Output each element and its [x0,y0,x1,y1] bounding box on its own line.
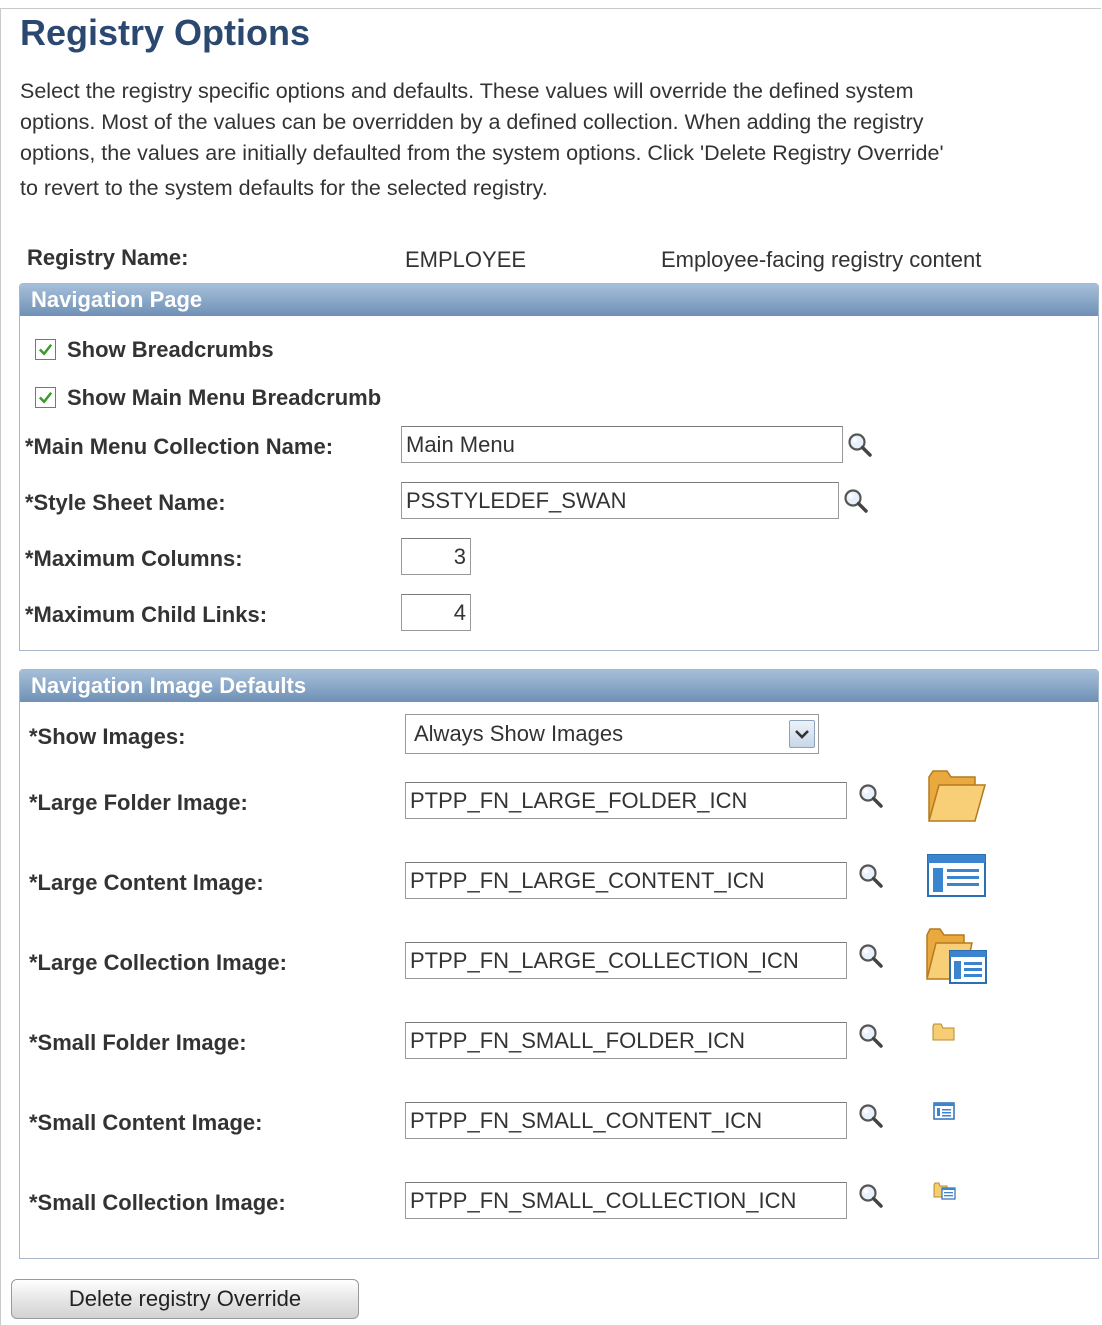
registry-name-value: EMPLOYEE [405,247,527,272]
small-collection-label: *Small Collection Image: [29,1190,286,1215]
small-folder-label: *Small Folder Image: [29,1030,247,1055]
chevron-down-icon [795,730,809,739]
description-line: options, the values are initially defaul… [20,141,944,165]
page-description: Select the registry specific options and… [20,76,1080,204]
main-menu-collection-label: *Main Menu Collection Name: [25,434,334,459]
lookup-icon[interactable] [857,1102,885,1130]
large-content-input[interactable]: PTPP_FN_LARGE_CONTENT_ICN [405,862,847,899]
lookup-icon[interactable] [857,1022,885,1050]
checkmark-icon [37,389,54,406]
max-child-links-label: *Maximum Child Links: [25,602,268,627]
description-line: to revert to the system defaults for the… [20,176,548,200]
lookup-icon[interactable] [857,942,885,970]
lookup-icon[interactable] [842,487,870,515]
show-breadcrumbs-checkbox[interactable] [35,339,56,360]
max-child-links-input[interactable]: 4 [401,594,471,631]
large-collection-icon [926,928,987,984]
max-columns-label: *Maximum Columns: [25,546,243,571]
lookup-icon[interactable] [857,1182,885,1210]
registry-name-label: Registry Name: [27,245,189,270]
navigation-page-header: Navigation Page [20,284,1098,316]
show-main-menu-breadcrumb-label: Show Main Menu Breadcrumb [67,385,382,410]
registry-description: Employee-facing registry content [661,247,982,272]
large-collection-input[interactable]: PTPP_FN_LARGE_COLLECTION_ICN [405,942,847,979]
large-folder-label: *Large Folder Image: [29,790,248,815]
large-collection-label: *Large Collection Image: [29,950,287,975]
small-folder-icon [932,1023,955,1041]
show-images-select[interactable]: Always Show Images [405,714,819,754]
lookup-icon[interactable] [857,862,885,890]
page-title: Registry Options [20,12,311,53]
dropdown-arrow[interactable] [789,720,815,748]
small-content-icon [933,1102,955,1120]
description-line: options. Most of the values can be overr… [20,110,924,134]
small-content-input[interactable]: PTPP_FN_SMALL_CONTENT_ICN [405,1102,847,1139]
small-folder-input[interactable]: PTPP_FN_SMALL_FOLDER_ICN [405,1022,847,1059]
description-line: Select the registry specific options and… [20,79,914,103]
show-images-selected: Always Show Images [414,721,624,746]
small-collection-input[interactable]: PTPP_FN_SMALL_COLLECTION_ICN [405,1182,847,1219]
large-folder-input[interactable]: PTPP_FN_LARGE_FOLDER_ICN [405,782,847,819]
show-images-label: *Show Images: [29,724,186,749]
show-breadcrumbs-label: Show Breadcrumbs [67,337,274,362]
max-columns-input[interactable]: 3 [401,538,471,575]
style-sheet-input[interactable]: PSSTYLEDEF_SWAN [401,482,839,519]
show-main-menu-breadcrumb-checkbox[interactable] [35,387,56,408]
image-defaults-header: Navigation Image Defaults [20,670,1098,702]
large-folder-icon [928,770,986,822]
large-content-icon [927,854,986,897]
small-content-label: *Small Content Image: [29,1110,263,1135]
style-sheet-label: *Style Sheet Name: [25,490,226,515]
large-content-label: *Large Content Image: [29,870,264,895]
small-collection-icon [933,1182,956,1200]
delete-registry-override-button[interactable]: Delete registry Override [11,1279,359,1319]
main-menu-collection-input[interactable]: Main Menu [401,426,843,463]
lookup-icon[interactable] [846,431,874,459]
lookup-icon[interactable] [857,782,885,810]
checkmark-icon [37,341,54,358]
